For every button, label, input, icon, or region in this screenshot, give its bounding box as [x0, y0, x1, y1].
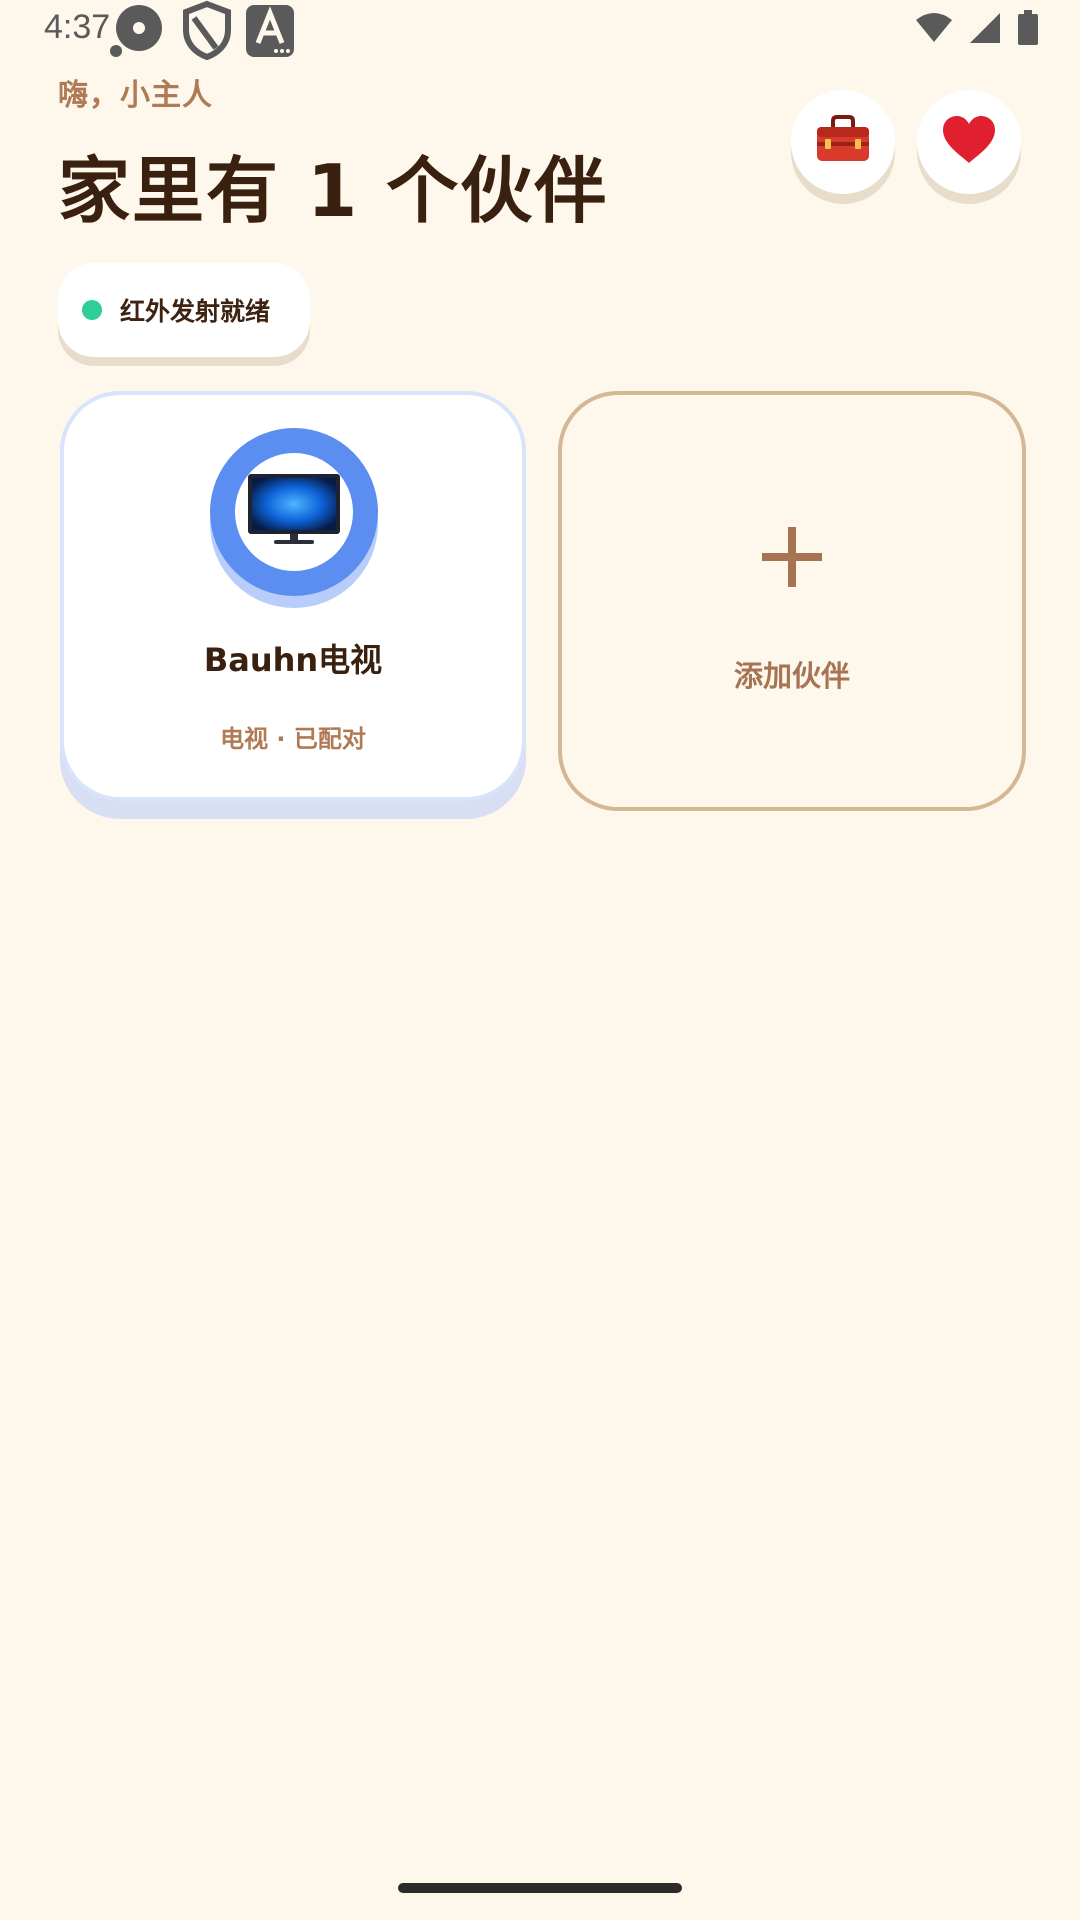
shield-icon — [180, 0, 234, 64]
page-title: 家里有 1 个伙伴 — [58, 149, 609, 233]
toolbox-icon — [815, 115, 871, 169]
add-partner-label: 添加伙伴 — [733, 659, 850, 693]
tv-icon — [246, 472, 342, 552]
text-a-icon — [244, 1, 296, 63]
favorite-button[interactable] — [917, 90, 1021, 194]
toolbox-button[interactable] — [791, 90, 895, 194]
wifi-icon — [914, 12, 954, 48]
status-time: 4:37 — [44, 8, 111, 46]
ir-status-label: 红外发射就绪 — [120, 297, 271, 326]
device-card[interactable]: Bauhn电视 电视 · 已配对 — [60, 391, 526, 801]
signal-icon — [968, 11, 1002, 49]
ir-ready-indicator — [82, 300, 102, 320]
device-icon-badge — [210, 428, 378, 596]
heart-icon — [941, 115, 997, 169]
ir-status-badge: 红外发射就绪 — [58, 263, 310, 357]
media-icon — [108, 0, 170, 65]
battery-icon — [1016, 10, 1040, 50]
plus-icon — [760, 525, 824, 595]
status-bar: 4:37 — [0, 0, 1080, 65]
add-partner-button[interactable]: 添加伙伴 — [558, 391, 1026, 811]
greeting-text: 嗨，小主人 — [58, 78, 213, 113]
home-indicator[interactable] — [398, 1883, 682, 1893]
device-status: 电视 · 已配对 — [220, 725, 366, 753]
status-notification-icons — [108, 0, 296, 65]
status-system-icons — [914, 10, 1040, 50]
device-name: Bauhn电视 — [203, 641, 383, 679]
